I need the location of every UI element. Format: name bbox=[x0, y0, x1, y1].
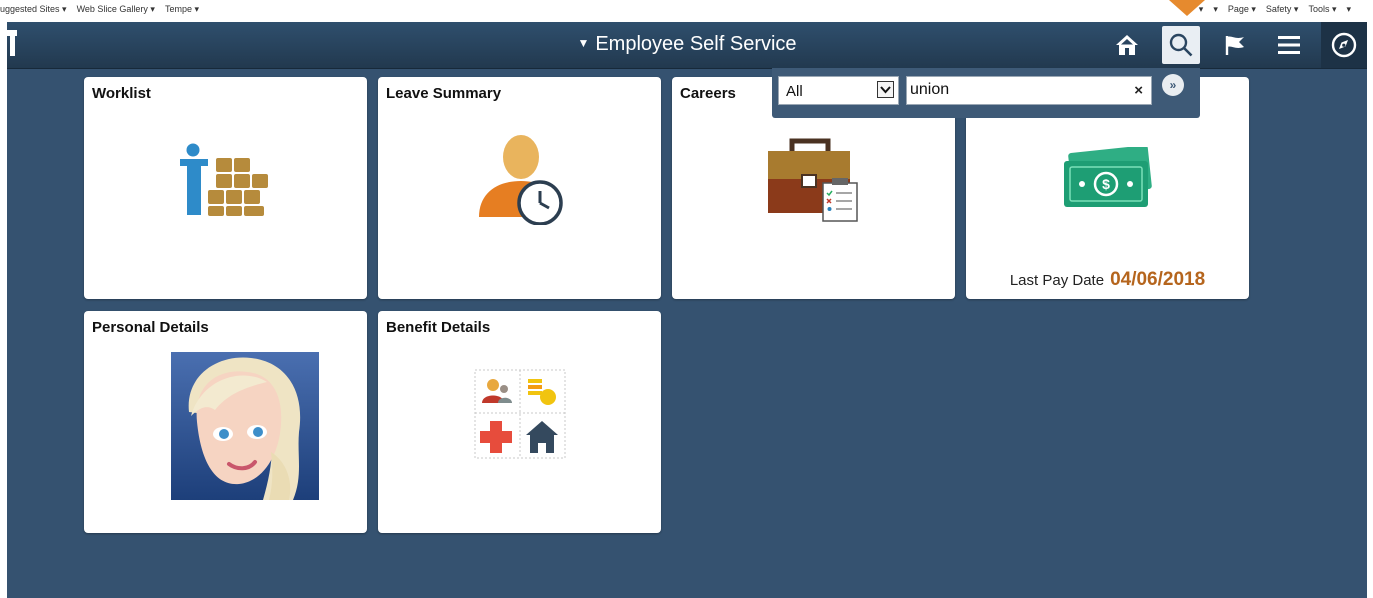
favorite-tempe[interactable]: Tempe ▾ bbox=[165, 4, 199, 15]
notifications-button[interactable] bbox=[1216, 26, 1254, 64]
clear-search-button[interactable]: × bbox=[1134, 82, 1143, 99]
browser-command-bar: ▾ ▾ Page ▾ Safety ▾ Tools ▾ ▾ bbox=[1199, 4, 1351, 15]
search-icon bbox=[1169, 33, 1193, 57]
homepage-dropdown-icon: ▼ bbox=[577, 36, 590, 50]
navbar-button[interactable] bbox=[1321, 22, 1367, 68]
money-icon: $ bbox=[1064, 147, 1152, 207]
last-pay-date-row: Last Pay Date 04/06/2018 bbox=[966, 269, 1249, 291]
mail-button[interactable]: ▾ bbox=[1213, 4, 1218, 15]
favorite-web-slice-gallery[interactable]: Web Slice Gallery ▾ bbox=[77, 4, 155, 15]
help-menu[interactable]: ▾ bbox=[1346, 4, 1351, 15]
search-input-wrapper: × bbox=[906, 76, 1152, 105]
worklist-icon bbox=[180, 143, 268, 216]
leave-clock-icon bbox=[479, 135, 563, 225]
pointer-arrow-icon bbox=[1169, 0, 1205, 16]
browser-favorites-bar: uggested Sites ▾ Web Slice Gallery ▾ Tem… bbox=[0, 0, 1373, 22]
home-icon bbox=[1116, 35, 1138, 55]
tile-title: Leave Summary bbox=[386, 85, 502, 102]
actions-menu-button[interactable] bbox=[1270, 26, 1308, 64]
tile-benefit-details[interactable]: Benefit Details bbox=[378, 311, 661, 533]
search-category-value: All bbox=[786, 83, 803, 100]
svg-text:$: $ bbox=[1102, 176, 1110, 192]
search-input[interactable] bbox=[910, 79, 1125, 101]
double-chevron-right-icon: » bbox=[1169, 78, 1177, 92]
last-pay-date-label: Last Pay Date bbox=[1009, 272, 1105, 289]
search-category-select[interactable]: All bbox=[778, 76, 899, 105]
favorite-suggested-sites[interactable]: uggested Sites ▾ bbox=[0, 4, 67, 15]
tile-title: Personal Details bbox=[92, 319, 209, 336]
tools-menu[interactable]: Tools ▾ bbox=[1308, 4, 1336, 15]
tile-title: Benefit Details bbox=[386, 319, 491, 336]
tile-personal-details[interactable]: Personal Details bbox=[84, 311, 367, 533]
tile-title: Worklist bbox=[92, 85, 151, 102]
search-go-button[interactable]: » bbox=[1162, 74, 1184, 96]
tile-title: Careers bbox=[680, 85, 736, 102]
page-menu[interactable]: Page ▾ bbox=[1228, 4, 1256, 15]
chevron-down-icon bbox=[880, 85, 891, 93]
home-button[interactable] bbox=[1108, 26, 1146, 64]
homepage-canvas: ▼ Employee Self Service Worklist Leave S… bbox=[7, 0, 1367, 598]
homepage-title-text: Employee Self Service bbox=[595, 33, 797, 55]
safety-menu[interactable]: Safety ▾ bbox=[1266, 4, 1299, 15]
menu-icon bbox=[1278, 36, 1300, 54]
favorites-links: uggested Sites ▾ Web Slice Gallery ▾ Tem… bbox=[0, 4, 199, 15]
benefits-grid-icon bbox=[474, 369, 566, 459]
dropdown-arrow-button[interactable] bbox=[877, 81, 894, 98]
last-pay-date-value: 04/06/2018 bbox=[1110, 269, 1206, 290]
tile-leave-summary[interactable]: Leave Summary bbox=[378, 77, 661, 299]
global-search-panel: All × » bbox=[772, 68, 1200, 118]
briefcase-icon bbox=[768, 138, 858, 222]
tile-worklist[interactable]: Worklist bbox=[84, 77, 367, 299]
profile-photo bbox=[171, 352, 319, 500]
search-button[interactable] bbox=[1162, 26, 1200, 64]
header-banner: ▼ Employee Self Service bbox=[7, 22, 1367, 69]
navbar-compass-icon bbox=[1331, 32, 1357, 58]
flag-icon bbox=[1225, 36, 1244, 55]
